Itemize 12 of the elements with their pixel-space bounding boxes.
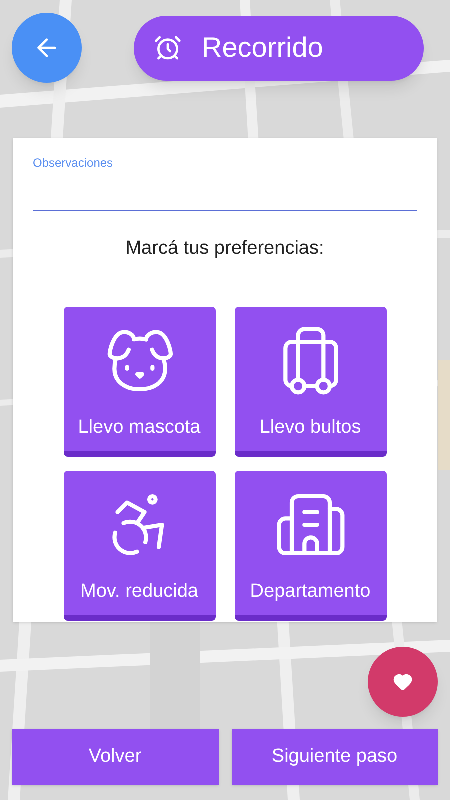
preference-tile[interactable]: Departamento bbox=[234, 470, 386, 620]
observations-field[interactable]: Observaciones bbox=[33, 154, 417, 211]
alarm-clock-icon bbox=[154, 34, 182, 62]
preferences-heading: Marcá tus preferencias: bbox=[126, 237, 324, 261]
action-button[interactable]: Volver bbox=[12, 729, 218, 785]
heart-icon bbox=[393, 672, 413, 692]
screen-title: Recorrido bbox=[202, 31, 324, 65]
action-button[interactable]: Siguiente paso bbox=[232, 729, 438, 785]
preference-tile[interactable]: Mov. reducida bbox=[64, 470, 216, 620]
field-label: Observaciones bbox=[33, 155, 114, 172]
preference-tile[interactable]: Llevo mascota bbox=[64, 306, 216, 456]
preference-tile[interactable]: Llevo bultos bbox=[234, 306, 386, 456]
